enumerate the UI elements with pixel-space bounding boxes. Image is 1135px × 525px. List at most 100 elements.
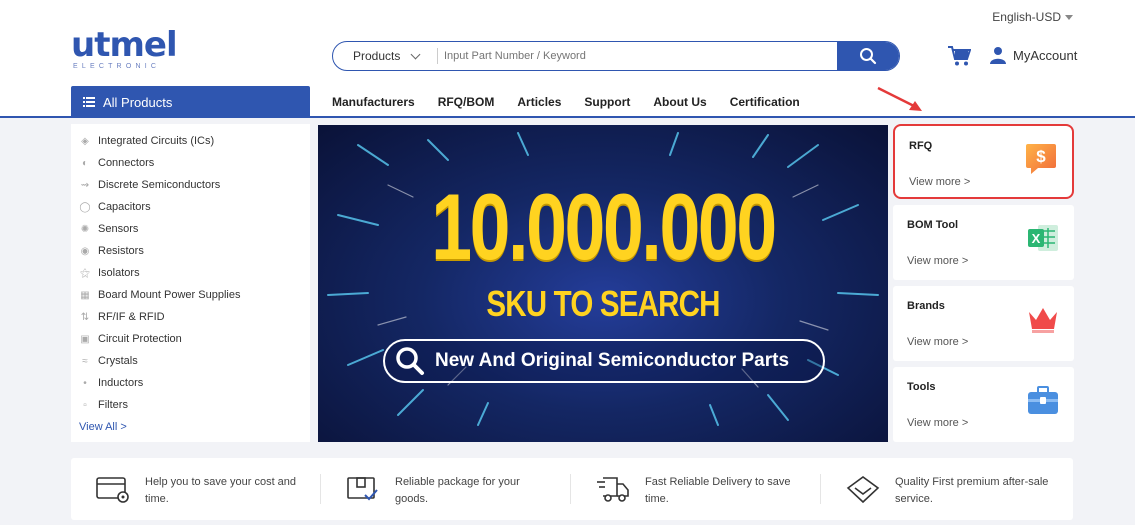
tools-card[interactable]: Tools View more > (893, 367, 1074, 442)
feature-text: Fast Reliable Delivery to save time. (645, 476, 791, 505)
category-label: Board Mount Power Supplies (98, 289, 241, 301)
feature-text: Help you to save your cost and time. (145, 476, 297, 505)
view-more-link[interactable]: View more > (907, 336, 968, 348)
category-item[interactable]: ✺ Sensors (79, 218, 310, 240)
svg-text:X: X (1032, 231, 1041, 246)
crystal-icon: ≈ (82, 355, 88, 367)
bom-tool-card[interactable]: BOM Tool View more > X (893, 205, 1074, 280)
toolbox-icon (1028, 386, 1058, 414)
language-selector[interactable]: English-USD (992, 10, 1073, 24)
category-item[interactable]: ◉ Resistors (79, 240, 310, 262)
nav-manufacturers[interactable]: Manufacturers (332, 95, 415, 109)
card-icon (96, 477, 129, 503)
category-item[interactable]: ▣ Circuit Protection (79, 328, 310, 350)
user-icon (990, 47, 1006, 64)
capacitor-icon: ◯ (79, 201, 91, 213)
card-title: RFQ (909, 140, 933, 152)
feature-item: Fast Reliable Delivery to save time. (571, 458, 821, 520)
category-label: Circuit Protection (98, 333, 182, 345)
category-item[interactable]: ▦ Board Mount Power Supplies (79, 284, 310, 306)
sensor-icon: ✺ (80, 223, 90, 235)
category-item[interactable]: ⇝ Discrete Semiconductors (79, 174, 310, 196)
view-more-link[interactable]: View more > (909, 176, 970, 188)
power-supply-icon: ▦ (80, 289, 90, 301)
all-products-button[interactable]: All Products (71, 86, 310, 118)
search-icon (396, 347, 424, 375)
cart-icon[interactable] (947, 45, 971, 67)
category-label: Sensors (98, 223, 139, 235)
side-cards: RFQ View more > $ BOM Tool View more > X… (893, 124, 1074, 448)
feature-text: Quality First premium after-sale service… (895, 476, 1049, 505)
excel-icon: X (1028, 225, 1058, 251)
card-title: BOM Tool (907, 219, 959, 231)
category-label: Discrete Semiconductors (98, 179, 221, 191)
brands-card[interactable]: Brands View more > (893, 286, 1074, 361)
chip-icon: ◈ (81, 135, 89, 147)
dollar-icon: $ (1026, 144, 1056, 174)
category-item[interactable]: ◐ Connectors (79, 152, 310, 174)
category-item[interactable]: ⚝ Isolators (79, 262, 310, 284)
category-label: Capacitors (98, 201, 151, 213)
chevron-down-icon (410, 49, 421, 59)
crown-icon (1029, 308, 1057, 333)
banner-headline: 10.000.000 (431, 174, 777, 279)
nav-rfq-bom[interactable]: RFQ/BOM (438, 95, 495, 109)
category-label: Resistors (98, 245, 144, 257)
account-link[interactable]: MyAccount (989, 46, 1077, 64)
filter-icon: ▫ (83, 399, 87, 411)
category-label: RF/IF & RFID (98, 311, 165, 323)
category-label: Crystals (98, 355, 138, 367)
feature-item: Help you to save your cost and time. (71, 458, 321, 520)
nav-certification[interactable]: Certification (730, 95, 800, 109)
search-icon (860, 48, 877, 65)
category-item[interactable]: ◈ Integrated Circuits (ICs) (79, 130, 310, 152)
search-category-select[interactable]: Products (333, 49, 437, 63)
inductor-icon: • (83, 377, 87, 389)
resistor-icon: ◉ (80, 245, 90, 257)
view-all-link[interactable]: View All > (79, 416, 310, 438)
category-item[interactable]: • Inductors (79, 372, 310, 394)
banner-tagline: New And Original Semiconductor Parts (435, 350, 790, 371)
account-label: MyAccount (1013, 47, 1078, 63)
category-label: Inductors (98, 377, 144, 389)
logo-wordmark: utmel (71, 25, 178, 65)
card-title: Brands (907, 300, 945, 312)
connector-icon: ◐ (81, 157, 89, 169)
category-item[interactable]: ▫ Filters (79, 394, 310, 416)
category-item[interactable]: ⇅ RF/IF & RFID (79, 306, 310, 328)
category-item[interactable]: ◯ Capacitors (79, 196, 310, 218)
search-button[interactable] (837, 42, 899, 70)
hero-banner[interactable]: 10.000.000 SKU TO SEARCH New And Origina… (318, 125, 888, 442)
language-label: English-USD (992, 10, 1061, 24)
category-label: Connectors (98, 157, 155, 169)
truck-icon (597, 477, 629, 502)
svg-text:$: $ (1036, 147, 1046, 166)
package-icon (347, 477, 378, 501)
nav-about-us[interactable]: About Us (653, 95, 706, 109)
feature-item: Reliable package for your goods. (321, 458, 571, 520)
nav-support[interactable]: Support (584, 95, 630, 109)
view-more-link[interactable]: View more > (907, 417, 968, 429)
annotation-arrow-icon (877, 86, 922, 111)
category-sidebar: ◈ Integrated Circuits (ICs) ◐ Connectors ⇝… (71, 124, 310, 442)
caret-down-icon (1065, 14, 1073, 20)
isolator-icon: ⚝ (80, 267, 90, 279)
category-label: Integrated Circuits (ICs) (98, 135, 215, 147)
banner-search-pill: New And Original Semiconductor Parts (383, 339, 825, 383)
rfq-card[interactable]: RFQ View more > $ (893, 124, 1074, 199)
banner-subheadline: SKU TO SEARCH (486, 283, 720, 324)
features-strip: Help you to save your cost and time. Rel… (71, 458, 1073, 520)
category-item[interactable]: ≈ Crystals (79, 350, 310, 372)
view-more-link[interactable]: View more > (907, 255, 968, 267)
nav-articles[interactable]: Articles (517, 95, 561, 109)
category-label: Filters (98, 399, 128, 411)
category-label: Isolators (98, 267, 140, 279)
card-title: Tools (907, 381, 936, 393)
diode-icon: ⇝ (80, 179, 90, 191)
protection-icon: ▣ (80, 333, 90, 345)
search-input[interactable] (438, 42, 837, 70)
site-logo[interactable]: utmel ELECTRONIC (71, 28, 181, 74)
main-nav: Manufacturers RFQ/BOM Articles Support A… (332, 95, 800, 109)
rf-icon: ⇅ (80, 311, 90, 323)
all-products-label: All Products (103, 94, 173, 110)
